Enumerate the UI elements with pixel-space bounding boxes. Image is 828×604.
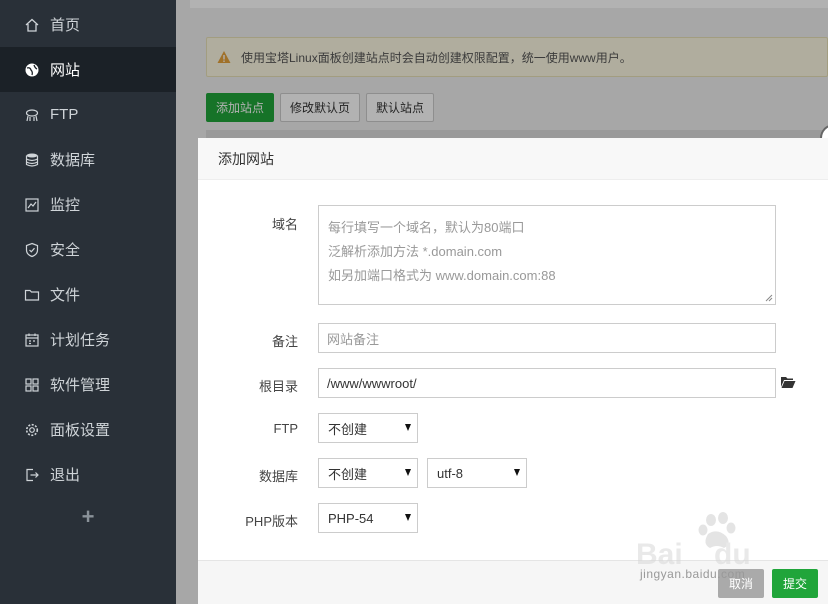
sidebar-item-label: 计划任务 [50, 332, 111, 349]
database-select-value: 不创建 [328, 466, 368, 482]
database-select[interactable]: 不创建 [318, 458, 418, 488]
chevron-down-icon [405, 469, 411, 476]
folder-icon [24, 287, 40, 303]
charset-select-value: utf-8 [437, 465, 464, 481]
monitor-icon [24, 197, 40, 213]
sidebar-item-files[interactable]: 文件 [0, 272, 176, 317]
watermark-text: jingyan.baidu.com [640, 567, 746, 581]
sidebar-item-home[interactable]: 首页 [0, 2, 176, 47]
sidebar: 首页 网站 FTP 数据库 监控 安全 文件 计划任务 软件管理 面板设置 退出… [0, 0, 176, 604]
domain-placeholder-line: 泛解析添加方法 *.domain.com [328, 244, 503, 259]
sidebar-item-label: 文件 [50, 287, 81, 304]
sidebar-item-website[interactable]: 网站 [0, 47, 176, 92]
sidebar-item-settings[interactable]: 面板设置 [0, 407, 176, 452]
sidebar-item-label: 数据库 [50, 152, 96, 169]
ftp-select[interactable]: 不创建 [318, 413, 418, 443]
sidebar-item-label: 退出 [50, 467, 81, 484]
gear-icon [24, 422, 40, 438]
home-icon [24, 17, 40, 33]
ftp-label: FTP [273, 421, 298, 436]
remark-placeholder: 网站备注 [327, 331, 380, 347]
php-version-select[interactable]: PHP-54 [318, 503, 418, 533]
sidebar-item-label: 网站 [50, 62, 81, 79]
charset-select[interactable]: utf-8 [427, 458, 527, 488]
sidebar-item-label: FTP [50, 106, 79, 123]
sidebar-item-security[interactable]: 安全 [0, 227, 176, 272]
ftp-icon [24, 107, 40, 123]
root-dir-value: /www/wwwroot/ [327, 375, 417, 391]
resize-handle-icon[interactable] [765, 294, 773, 302]
domain-placeholder-line: 如另加端口格式为 www.domain.com:88 [328, 268, 556, 283]
domain-placeholder-line: 每行填写一个域名，默认为80端口 [328, 220, 525, 235]
apps-icon [24, 377, 40, 393]
sidebar-item-cron[interactable]: 计划任务 [0, 317, 176, 362]
sidebar-item-label: 首页 [50, 17, 81, 34]
root-dir-input[interactable]: /www/wwwroot/ [318, 368, 776, 398]
domain-textarea[interactable]: 每行填写一个域名，默认为80端口 泛解析添加方法 *.domain.com 如另… [318, 205, 776, 305]
sidebar-item-logout[interactable]: 退出 [0, 452, 176, 497]
chevron-down-icon [514, 469, 520, 476]
folder-open-icon[interactable] [780, 375, 796, 389]
shield-icon [24, 242, 40, 258]
sidebar-item-label: 面板设置 [50, 422, 111, 439]
domain-label: 域名 [271, 217, 298, 232]
sidebar-item-label: 安全 [50, 242, 81, 259]
calendar-icon [24, 332, 40, 348]
dialog-title: 添加网站 [198, 138, 828, 180]
root-dir-label: 根目录 [258, 379, 298, 394]
globe-icon [24, 62, 40, 78]
sidebar-item-label: 软件管理 [50, 377, 111, 394]
chevron-down-icon [405, 514, 411, 521]
sidebar-item-ftp[interactable]: FTP [0, 92, 176, 137]
database-label: 数据库 [258, 469, 298, 484]
database-icon [24, 152, 40, 168]
php-version-label: PHP版本 [245, 514, 298, 529]
add-shortcut-button[interactable]: + [0, 496, 176, 538]
ftp-select-value: 不创建 [328, 421, 368, 437]
sidebar-item-database[interactable]: 数据库 [0, 137, 176, 182]
sidebar-item-label: 监控 [50, 197, 81, 214]
php-version-value: PHP-54 [328, 510, 374, 526]
remark-input[interactable]: 网站备注 [318, 323, 776, 353]
logout-icon [24, 467, 40, 483]
sidebar-item-monitor[interactable]: 监控 [0, 182, 176, 227]
remark-label: 备注 [271, 334, 298, 349]
sidebar-item-software[interactable]: 软件管理 [0, 362, 176, 407]
chevron-down-icon [405, 424, 411, 431]
